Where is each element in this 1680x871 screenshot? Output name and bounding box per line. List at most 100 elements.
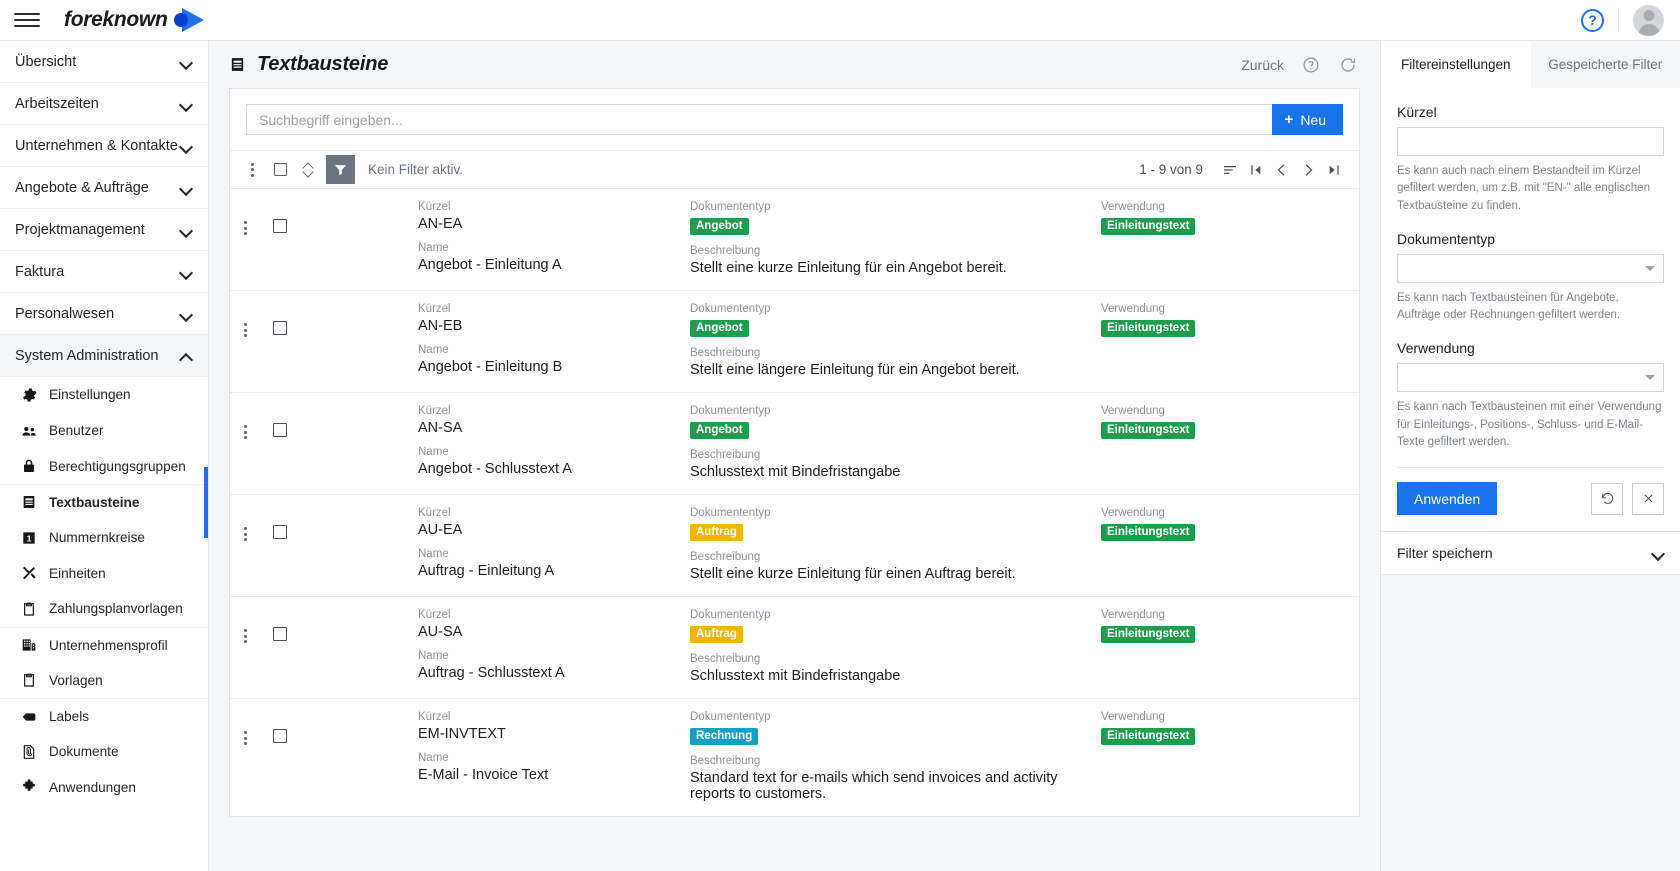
table-row[interactable]: Kürzel EM-INVTEXT Name E-Mail - Invoice … — [230, 698, 1359, 816]
field-name: Name Auftrag - Schlusstext A — [418, 650, 690, 681]
search-input[interactable] — [246, 104, 1272, 135]
save-filter-section[interactable]: Filter speichern — [1381, 531, 1680, 575]
sidebar-item-anwendungen[interactable]: Anwendungen — [0, 770, 208, 806]
hamburger-menu-icon[interactable] — [14, 7, 40, 33]
field-value: Auftrag - Einleitung A — [418, 563, 555, 580]
field-kuerzel: Kürzel EM-INVTEXT — [418, 711, 690, 742]
row-columns: Kürzel EM-INVTEXT Name E-Mail - Invoice … — [300, 711, 1359, 802]
row-col-kuerzel-name: Kürzel AN-EB Name Angebot - Einleitung B — [418, 303, 690, 378]
app-root: foreknown ? Übersicht Arbeitszeiten Unte… — [0, 0, 1680, 871]
sidebar-group-system-administration[interactable]: System Administration — [0, 335, 208, 377]
sidebar-item-nummernkreise[interactable]: 1 Nummernkreise — [0, 520, 208, 556]
sidebar-group-faktura[interactable]: Faktura — [0, 251, 208, 293]
sidebar-item-textbausteine[interactable]: Textbausteine — [0, 467, 208, 538]
field-kuerzel: Kürzel AU-EA — [418, 507, 690, 538]
filter-kuerzel-input[interactable] — [1397, 127, 1664, 156]
filter-verwendung-select[interactable] — [1397, 363, 1664, 393]
sidebar-item-zahlungsplanvorlagen[interactable]: Zahlungsplanvorlagen — [0, 591, 208, 627]
row-col-kuerzel-name: Kürzel AU-SA Name Auftrag - Schlusstext … — [418, 609, 690, 684]
field-label: Beschreibung — [690, 551, 761, 564]
back-link[interactable]: Zurück — [1241, 57, 1284, 73]
table-row[interactable]: Kürzel AN-EA Name Angebot - Einleitung A — [230, 188, 1359, 290]
sidebar-group-personalwesen[interactable]: Personalwesen — [0, 293, 208, 335]
row-checkbox[interactable] — [260, 507, 300, 540]
row-col-verwendung: Verwendung Einleitungstext — [1101, 507, 1359, 582]
sidebar-item-label: Vorlagen — [49, 672, 103, 688]
user-avatar-icon[interactable] — [1633, 4, 1664, 36]
sidebar-group-projektmanagement[interactable]: Projektmanagement — [0, 209, 208, 251]
sidebar-item-dokumente[interactable]: Dokumente — [0, 734, 208, 770]
tab-saved-filters[interactable]: Gespeicherte Filter — [1531, 41, 1680, 88]
sidebar-item-einheiten[interactable]: Einheiten — [0, 555, 208, 591]
pager-count: 1 - 9 von 9 — [1139, 162, 1203, 177]
sidebar-group-unternehmen-kontakte[interactable]: Unternehmen & Kontakte — [0, 125, 208, 167]
field-beschreibung: Beschreibung Schlusstext mit Bindefrista… — [690, 653, 1101, 684]
sidebar-group-label: Projektmanagement — [15, 221, 145, 238]
sidebar-group-uebersicht[interactable]: Übersicht — [0, 41, 208, 83]
field-value: Angebot - Einleitung A — [418, 257, 562, 273]
verwendung-badge: Einleitungstext — [1101, 524, 1196, 542]
row-checkbox[interactable] — [260, 711, 300, 744]
new-button[interactable]: + Neu — [1271, 104, 1343, 135]
filter-icon[interactable] — [326, 155, 355, 184]
row-checkbox[interactable] — [260, 201, 300, 233]
table-row[interactable]: Kürzel AN-SA Name Angebot - Schlusstext … — [230, 392, 1359, 494]
close-icon[interactable] — [1632, 482, 1664, 515]
row-columns: Kürzel AU-EA Name Auftrag - Einleitung A — [300, 507, 1359, 582]
document-icon — [20, 743, 37, 760]
row-checkbox[interactable] — [260, 609, 300, 642]
tab-filter-settings[interactable]: Filtereinstellungen — [1381, 41, 1531, 88]
field-label: Dokumententyp — [690, 609, 771, 622]
row-menu-icon[interactable] — [230, 201, 260, 235]
field-name: Name Angebot - Einleitung A — [418, 242, 690, 273]
last-page-icon[interactable] — [1321, 157, 1347, 183]
field-dokumententyp: Dokumententyp Angebot — [690, 303, 1101, 338]
help-circle-icon[interactable]: ? — [1581, 8, 1604, 32]
next-page-icon[interactable] — [1295, 157, 1321, 183]
sidebar-group-arbeitszeiten[interactable]: Arbeitszeiten — [0, 83, 208, 125]
sidebar-item-einstellungen[interactable]: Einstellungen — [0, 377, 208, 413]
sidebar-item-label: Einheiten — [49, 565, 106, 581]
row-col-verwendung: Verwendung Einleitungstext — [1101, 609, 1359, 684]
field-name: Name E-Mail - Invoice Text — [418, 752, 690, 783]
row-menu-icon[interactable] — [230, 303, 260, 338]
field-label: Verwendung — [1101, 405, 1165, 418]
undo-icon[interactable] — [1591, 482, 1623, 515]
refresh-icon[interactable] — [1338, 55, 1358, 75]
dots-vertical-icon[interactable] — [238, 156, 266, 184]
up-down-arrows-icon[interactable] — [294, 156, 322, 184]
sidebar-item-benutzer[interactable]: Benutzer — [0, 413, 208, 449]
apply-button[interactable]: Anwenden — [1397, 482, 1498, 515]
sidebar-item-labels[interactable]: Labels — [0, 698, 208, 734]
sidebar-item-vorlagen[interactable]: Vorlagen — [0, 663, 208, 699]
divider — [1397, 467, 1664, 468]
first-page-icon[interactable] — [1243, 157, 1269, 183]
filter-kuerzel-hint: Es kann auch nach einem Bestandteil im K… — [1397, 165, 1650, 212]
sidebar-group-angebote-auftraege[interactable]: Angebote & Aufträge — [0, 167, 208, 209]
table-row[interactable]: Kürzel AU-SA Name Auftrag - Schlusstext … — [230, 596, 1359, 698]
sort-icon[interactable] — [1217, 157, 1243, 183]
row-col-kuerzel-name: Kürzel AN-SA Name Angebot - Schlusstext … — [418, 405, 690, 480]
sidebar-item-unternehmensprofil[interactable]: Unternehmensprofil — [0, 626, 208, 663]
field-dokumententyp: Dokumententyp Auftrag — [690, 507, 1101, 542]
table-row[interactable]: Kürzel AN-EB Name Angebot - Einleitung B — [230, 290, 1359, 392]
row-checkbox[interactable] — [260, 303, 300, 336]
filter-body: Kürzel Es kann auch nach einem Bestandte… — [1381, 88, 1680, 482]
table-row[interactable]: Kürzel AU-EA Name Auftrag - Einleitung A — [230, 494, 1359, 596]
number-one-icon: 1 — [20, 529, 37, 546]
filter-dokumententyp-select[interactable] — [1397, 253, 1664, 283]
row-menu-icon[interactable] — [230, 405, 260, 440]
select-all-checkbox[interactable] — [266, 156, 294, 184]
help-circle-icon[interactable] — [1301, 55, 1321, 75]
sidebar-item-berechtigungsgruppen[interactable]: Berechtigungsgruppen — [0, 448, 208, 484]
prev-page-icon[interactable] — [1269, 157, 1295, 183]
row-checkbox[interactable] — [260, 405, 300, 438]
chevron-down-icon — [180, 56, 192, 68]
field-verwendung: Verwendung Einleitungstext — [1101, 303, 1359, 338]
row-menu-icon[interactable] — [230, 507, 260, 542]
row-menu-icon[interactable] — [230, 609, 260, 644]
row-menu-icon[interactable] — [230, 711, 260, 746]
brand-logo[interactable]: foreknown — [64, 8, 205, 32]
gear-icon — [20, 386, 37, 403]
field-value: Stellt eine kurze Einleitung für einen A… — [690, 566, 1016, 583]
